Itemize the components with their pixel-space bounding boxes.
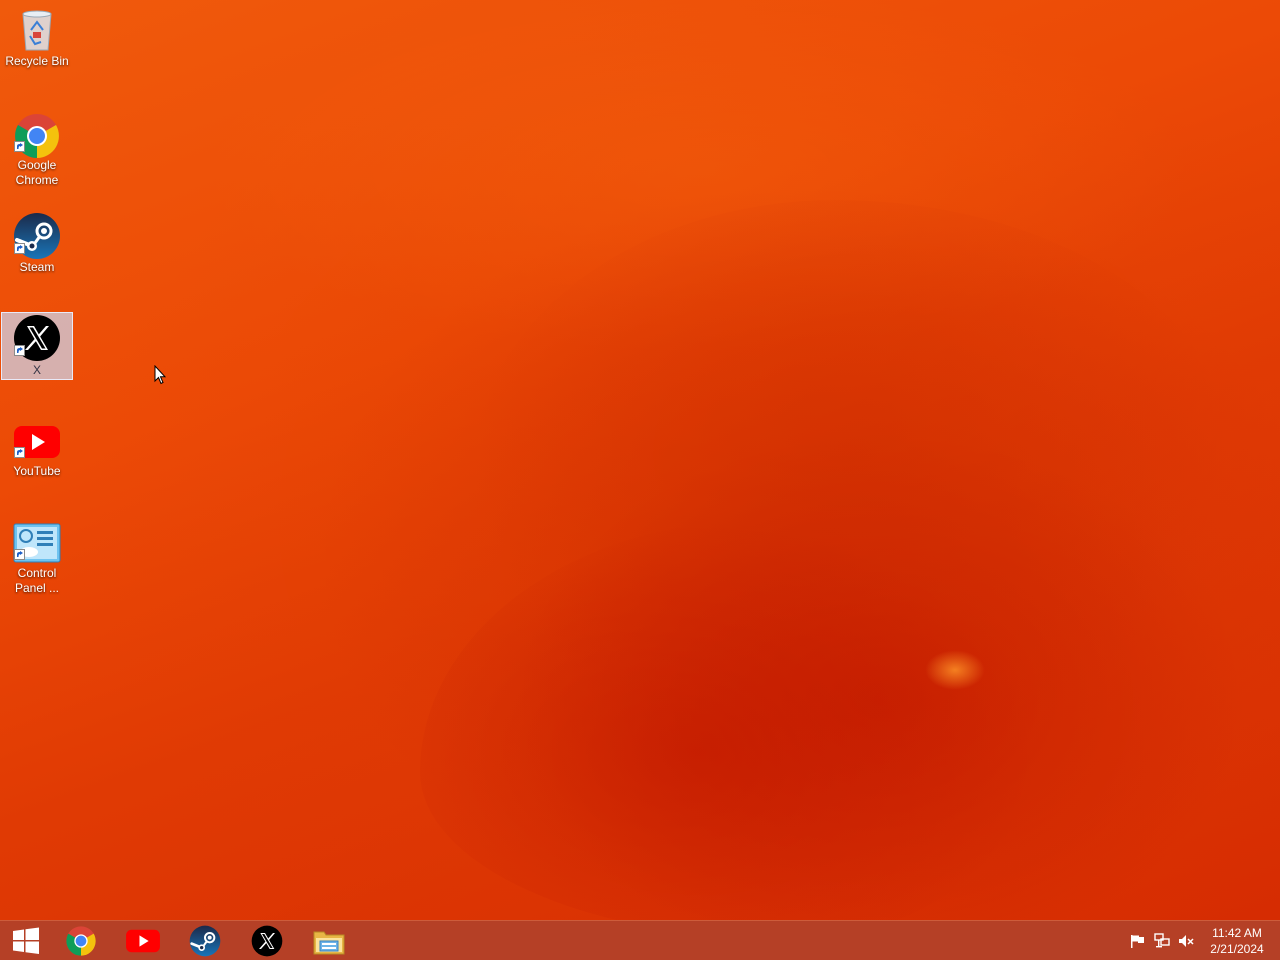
mouse-cursor-icon <box>154 364 167 385</box>
shortcut-arrow-icon <box>14 447 25 458</box>
shortcut-arrow-icon <box>14 345 25 356</box>
x-icon <box>251 925 283 957</box>
taskbar-file-explorer-button[interactable] <box>303 921 355 961</box>
desktop-icon-x[interactable]: X <box>1 312 73 380</box>
action-center-flag-icon[interactable] <box>1129 932 1147 950</box>
taskbar: 11:42 AM 2/21/2024 <box>0 920 1280 960</box>
clock-time: 11:42 AM <box>1212 926 1262 940</box>
desktop-icon-control-panel[interactable]: Control Panel ... <box>1 516 73 595</box>
volume-muted-icon[interactable] <box>1177 932 1195 950</box>
desktop-icon-label: Steam <box>19 260 55 274</box>
steam-icon <box>189 925 221 957</box>
taskbar-x-button[interactable] <box>241 921 293 961</box>
start-button[interactable] <box>0 921 52 961</box>
desktop-icon-label: Control Panel ... <box>14 566 60 595</box>
youtube-icon <box>126 929 160 953</box>
recycle-bin-icon <box>13 6 61 54</box>
desktop-icon-label: Recycle Bin <box>5 54 69 68</box>
file-explorer-icon <box>313 931 345 955</box>
shortcut-arrow-icon <box>14 141 25 152</box>
shortcut-arrow-icon <box>14 243 25 254</box>
taskbar-youtube-button[interactable] <box>117 921 169 961</box>
desktop-icon-google-chrome[interactable]: Google Chrome <box>1 108 73 187</box>
windows-start-icon <box>13 927 39 954</box>
wallpaper-glow <box>925 650 985 690</box>
taskbar-clock[interactable]: 11:42 AM 2/21/2024 <box>1200 925 1274 957</box>
clock-date: 2/21/2024 <box>1210 942 1264 956</box>
desktop-icon-youtube[interactable]: YouTube <box>1 414 73 482</box>
taskbar-chrome-button[interactable] <box>55 921 107 961</box>
desktop-icon-steam[interactable]: Steam <box>1 210 73 278</box>
chrome-icon <box>66 926 96 956</box>
desktop-icon-recycle-bin[interactable]: Recycle Bin <box>1 4 73 72</box>
taskbar-steam-button[interactable] <box>179 921 231 961</box>
desktop-icon-label: Google Chrome <box>15 158 59 187</box>
desktop-icon-label: YouTube <box>13 464 61 478</box>
desktop-wallpaper[interactable]: Recycle Bin Google Chrome Steam X YouTub… <box>0 0 1280 920</box>
network-icon[interactable] <box>1153 932 1171 950</box>
desktop-icon-label: X <box>32 363 41 377</box>
shortcut-arrow-icon <box>14 549 25 560</box>
